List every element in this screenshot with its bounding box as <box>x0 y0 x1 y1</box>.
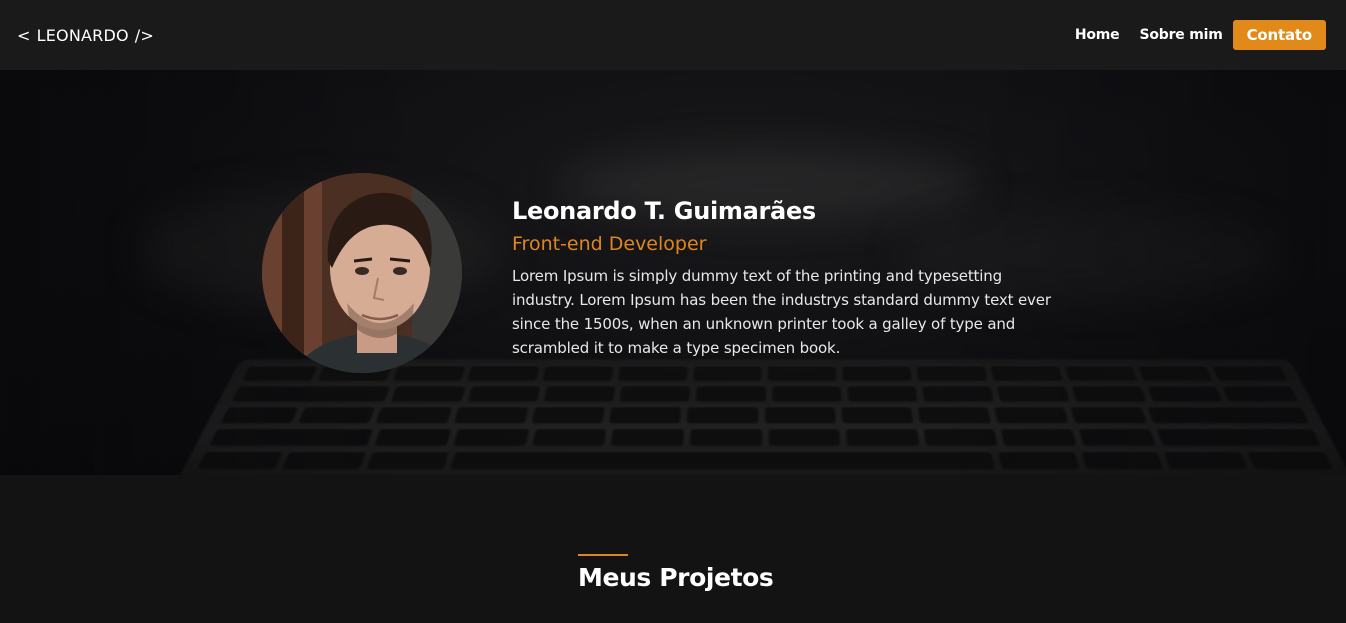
logo-close-bracket: /> <box>134 25 154 45</box>
projects-title: Meus Projetos <box>578 563 774 592</box>
profile-photo <box>262 173 462 373</box>
hero-section: Leonardo T. Guimarães Front-end Develope… <box>0 70 1346 475</box>
logo-text: LEONARDO <box>36 25 129 45</box>
nav-link-home[interactable]: Home <box>1075 27 1120 43</box>
profile-info: Leonardo T. Guimarães Front-end Develope… <box>512 196 1072 360</box>
profile-role: Front-end Developer <box>512 233 707 255</box>
nav-link-about[interactable]: Sobre mim <box>1139 27 1222 43</box>
site-logo[interactable]: < LEONARDO /> <box>17 26 154 45</box>
projects-section: Meus Projetos <box>0 475 1346 623</box>
site-header: < LEONARDO /> Home Sobre mim Contato <box>0 0 1346 70</box>
logo-open-bracket: < <box>17 25 31 45</box>
profile-name: Leonardo T. Guimarães <box>512 197 816 225</box>
main-nav: Home Sobre mim Contato <box>1075 20 1326 50</box>
nav-contact-button[interactable]: Contato <box>1232 20 1326 50</box>
section-accent-line <box>578 554 628 556</box>
profile-bio: Lorem Ipsum is simply dummy text of the … <box>512 267 1051 357</box>
